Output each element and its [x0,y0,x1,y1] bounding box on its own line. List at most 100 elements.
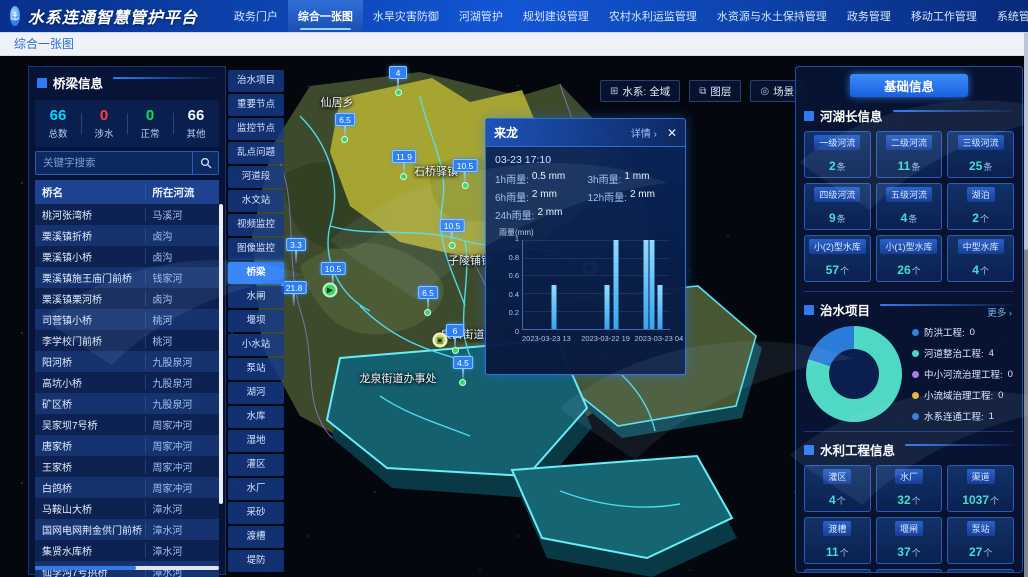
layer-menu-item[interactable]: 湿地 [228,430,284,452]
vertical-scrollbar[interactable] [219,204,223,504]
layer-menu-item[interactable]: 堰坝 [228,310,284,332]
layer-menu-item[interactable]: 湖河 [228,382,284,404]
tab-basic-info[interactable]: 基础信息 [850,74,968,97]
table-row[interactable]: 栗溪镇折桥 卤沟 [35,225,219,246]
table-row[interactable]: 司营镇小桥 桃河 [35,309,219,330]
camera-marker[interactable]: ▣ [433,333,448,348]
table-row[interactable]: 高坑小桥 九股泉河 [35,372,219,393]
menu-item[interactable]: 水资源与水土保持管理 [707,0,837,32]
map-marker[interactable]: 6.5 [418,286,438,316]
menu-item[interactable]: 政务门户 [224,0,288,32]
info-card[interactable]: 泵站 27个 [947,517,1014,564]
menu-item[interactable]: 规划建设管理 [513,0,599,32]
menu-item[interactable]: 系统管理 [987,0,1028,32]
map-marker[interactable]: 4.5 [453,356,473,386]
menu-item[interactable]: 河湖管护 [449,0,513,32]
menu-item[interactable]: 政务管理 [837,0,901,32]
layer-menu-item[interactable]: 重要节点 [228,94,284,116]
layer-menu-item[interactable]: 采砂 [228,502,284,524]
info-card[interactable]: 灌区 4个 [804,465,871,512]
table-row[interactable]: 马鞍山大桥 漳水河 [35,498,219,519]
menu-item[interactable]: 农村水利运监管理 [599,0,707,32]
info-card[interactable]: 一级河流 2条 [804,131,871,178]
horizontal-scrollbar[interactable] [35,566,219,570]
info-card[interactable]: 堰闸 37个 [876,517,943,564]
table-row[interactable]: 阳河桥 九股泉河 [35,351,219,372]
layer-menu-item[interactable]: 堤防 [228,550,284,572]
layer-menu-item[interactable]: 视频监控 [228,214,284,236]
layer-menu-item[interactable]: 监控节点 [228,118,284,140]
map-marker[interactable]: 11.9 [392,150,416,180]
info-card[interactable]: 小(1)型水库 26个 [876,235,943,282]
table-row[interactable]: 国网电网荆金供门前桥 漳水河 [35,519,219,540]
layer-menu-item[interactable]: 河道段 [228,166,284,188]
info-card[interactable]: 小(2)型水库 57个 [804,235,871,282]
info-card[interactable]: 五级河流 4条 [876,183,943,230]
table-row[interactable]: 栗溪镇栗河桥 卤沟 [35,288,219,309]
table-row[interactable]: 吴家坝7号桥 周家冲河 [35,414,219,435]
table-row[interactable]: 桃河张湾桥 马溪河 [35,204,219,225]
legend-item[interactable]: 河道整治工程: 4 [912,346,1013,360]
map-marker[interactable]: 10.5 [453,159,478,189]
info-card[interactable]: 二级河流 11条 [876,131,943,178]
layer-menu-item[interactable]: 水厂 [228,478,284,500]
layer-menu-item[interactable]: 水库 [228,406,284,428]
search-button[interactable] [192,152,218,174]
map-marker[interactable]: 10.5 [440,219,465,249]
info-card[interactable]: 水厂 32个 [876,465,943,512]
layer-menu-item[interactable]: 水文站 [228,190,284,212]
page-scrollbar[interactable] [1024,32,1028,577]
table-row[interactable]: 集贤水库桥 漳水河 [35,540,219,561]
table-row[interactable]: 白鸽桥 周家冲河 [35,477,219,498]
info-card[interactable]: 水电站 3个 [947,569,1014,573]
legend-item[interactable]: 中小河流治理工程: 0 [912,367,1013,381]
layer-menu-item[interactable]: 桥梁 [228,262,284,284]
table-row[interactable]: 栗溪镇小桥 卤沟 [35,246,219,267]
info-card[interactable]: 中型水库 4个 [947,235,1014,282]
layer-menu-item[interactable]: 图像监控 [228,238,284,260]
close-icon[interactable]: ✕ [667,127,677,139]
table-row[interactable]: 栗溪镇施王庙门前桥 钱家河 [35,267,219,288]
info-card[interactable]: 四级河流 9条 [804,183,871,230]
info-card[interactable]: 机井 66个 [876,569,943,573]
page-scrollbar-thumb[interactable] [1024,32,1028,250]
layer-menu-item[interactable]: 小水站 [228,334,284,356]
table-row[interactable]: 矿区桥 九股泉河 [35,393,219,414]
layer-menu-item[interactable]: 渡槽 [228,526,284,548]
layer-menu-item[interactable]: 灌区 [228,454,284,476]
menu-item[interactable]: 水旱灾害防御 [363,0,449,32]
menu-item[interactable]: 综合一张图 [288,0,363,32]
search-input[interactable] [36,152,192,174]
info-card[interactable]: 渡槽 11个 [804,517,871,564]
scrollbar-thumb[interactable] [35,566,136,570]
map-marker[interactable]: 21.8 [282,281,307,306]
camera-marker[interactable]: ▶ [323,283,338,298]
info-card[interactable]: 湖泊 2个 [947,183,1014,230]
map-control-button[interactable]: ⊞ 水系: 全域 [600,80,680,102]
breadcrumb[interactable]: 综合一张图 [14,35,74,52]
layer-menu-item[interactable]: 水闸 [228,286,284,308]
project-more-link[interactable]: 更多 › [987,305,1012,319]
table-row[interactable]: 唐家桥 周家冲河 [35,435,219,456]
legend-item[interactable]: 水系连通工程: 1 [912,409,1013,423]
table-row[interactable]: 王家桥 周家冲河 [35,456,219,477]
map-marker[interactable]: 4 [389,66,407,96]
bridge-river: 漳水河 [145,543,219,558]
table-row[interactable]: 李学校门前桥 桃河 [35,330,219,351]
map-control-button[interactable]: ⧉ 图层 [689,80,741,102]
layer-menu-item[interactable]: 泵站 [228,358,284,380]
rain-bar [551,285,556,330]
menu-item[interactable]: 移动工作管理 [901,0,987,32]
info-card[interactable]: 三级河流 25条 [947,131,1014,178]
info-card[interactable]: 涵闸 47个 [804,569,871,573]
legend-item[interactable]: 防洪工程: 0 [912,325,1013,339]
map-marker[interactable]: 6 [446,324,464,354]
map-control-label: 场景 [773,84,794,99]
map-marker[interactable]: 6.5 [335,113,355,143]
info-card[interactable]: 渠道 1037个 [947,465,1014,512]
layer-menu-item[interactable]: 乱点问题 [228,142,284,164]
popup-detail-link[interactable]: 详情 › [631,125,657,140]
layer-menu-item[interactable]: 治水项目 [228,70,284,92]
map-marker[interactable]: 3.3 [286,238,306,263]
legend-item[interactable]: 小流域治理工程: 0 [912,388,1013,402]
